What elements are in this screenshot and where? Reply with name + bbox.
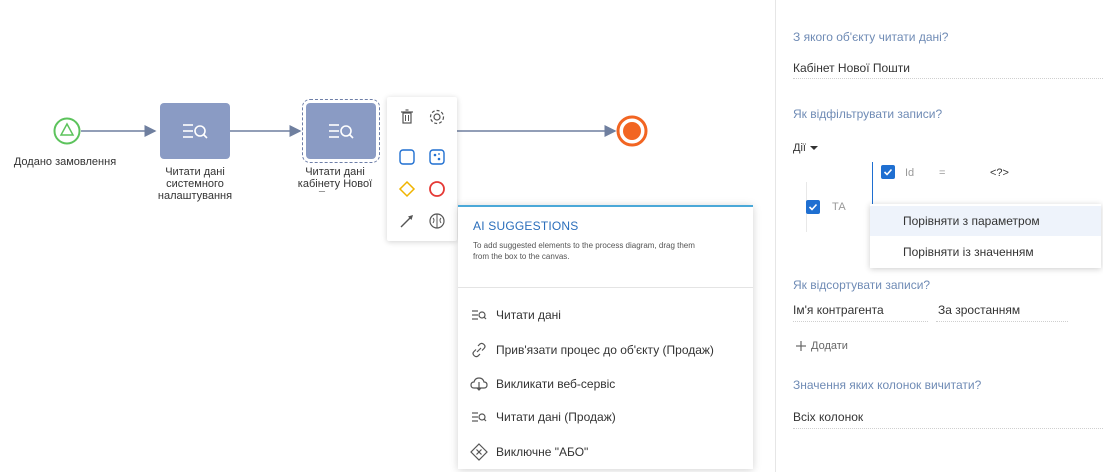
suggestion-label: Прив'язати процес до об'єкту (Продаж) bbox=[496, 343, 714, 357]
read-data-icon bbox=[183, 124, 208, 139]
filter-condition-checkbox[interactable] bbox=[881, 165, 895, 179]
web-service-icon bbox=[470, 376, 488, 392]
filter-group-label[interactable]: ТА bbox=[832, 201, 846, 213]
element-toolbar bbox=[387, 97, 457, 241]
properties-panel: З якого об'єкту читати дані? Кабінет Нов… bbox=[776, 0, 1103, 472]
suggestion-label: Читати дані bbox=[496, 308, 561, 322]
columns-value[interactable]: Всіх колонок bbox=[793, 410, 863, 424]
divider bbox=[458, 287, 753, 288]
check-icon bbox=[808, 203, 818, 211]
filter-question: Як відфільтрувати записи? bbox=[793, 107, 943, 121]
read-data-task-1[interactable] bbox=[160, 103, 230, 159]
suggestion-exclusive-gateway[interactable]: Виключне "АБО" bbox=[470, 442, 588, 462]
settings-button[interactable] bbox=[425, 105, 449, 129]
add-label: Додати bbox=[811, 340, 848, 352]
gear-icon bbox=[429, 109, 445, 125]
caret-down-icon bbox=[809, 146, 818, 150]
delete-button[interactable] bbox=[395, 105, 419, 129]
exclusive-gateway-icon bbox=[470, 443, 488, 461]
suggestion-label: Виключне "АБО" bbox=[496, 445, 589, 459]
add-gateway-button[interactable] bbox=[395, 177, 419, 201]
add-end-event-button[interactable] bbox=[425, 177, 449, 201]
actions-menu[interactable]: Дії bbox=[793, 142, 819, 154]
read-data-icon bbox=[470, 309, 488, 321]
suggestion-label: Викликати веб-сервіс bbox=[496, 377, 616, 391]
brain-icon bbox=[429, 213, 445, 229]
read-data-icon bbox=[329, 124, 354, 139]
start-event-icon bbox=[53, 117, 81, 145]
add-task-button[interactable] bbox=[395, 145, 419, 169]
sort-question: Як відсортувати записи? bbox=[793, 278, 931, 292]
filter-operator[interactable]: = bbox=[939, 167, 945, 179]
ai-magic-icon bbox=[429, 149, 445, 165]
filter-group-line bbox=[872, 162, 873, 210]
dropdown-item-compare-parameter[interactable]: Порівняти з параметром bbox=[870, 206, 1101, 236]
object-underline bbox=[793, 78, 1103, 79]
ai-panel-title: AI SUGGESTIONS bbox=[473, 219, 579, 233]
trash-icon bbox=[401, 109, 413, 124]
sort-order-underline bbox=[936, 321, 1068, 322]
connect-button[interactable] bbox=[395, 209, 419, 233]
suggestion-call-web-service[interactable]: Викликати веб-сервіс bbox=[470, 374, 615, 394]
columns-underline bbox=[793, 428, 1103, 429]
filter-column[interactable]: Id bbox=[905, 167, 914, 179]
ai-suggestions-panel: AI SUGGESTIONS To add suggested elements… bbox=[458, 205, 753, 469]
actions-label: Дії bbox=[793, 142, 806, 154]
suggestion-link-process[interactable]: Прив'язати процес до об'єкту (Продаж) bbox=[470, 340, 714, 360]
dropdown-item-compare-value[interactable]: Порівняти із значенням bbox=[870, 237, 1101, 267]
columns-question: Значення яких колонок вичитати? bbox=[793, 378, 982, 392]
add-sort-button[interactable]: Додати bbox=[795, 340, 848, 352]
task-1-label: Читати дані системного налаштування bbox=[157, 166, 233, 202]
end-circle-icon bbox=[429, 181, 445, 197]
start-event-label: Додано замовлення bbox=[13, 156, 117, 168]
object-question: З якого об'єкту читати дані? bbox=[793, 30, 949, 44]
task-shape-icon bbox=[399, 149, 415, 165]
check-icon bbox=[883, 168, 893, 176]
end-event[interactable] bbox=[616, 115, 648, 147]
object-value[interactable]: Кабінет Нової Пошти bbox=[793, 61, 910, 75]
process-canvas[interactable]: Додано замовлення Читати дані системного… bbox=[0, 0, 775, 472]
ai-panel-description: To add suggested elements to the process… bbox=[473, 241, 695, 261]
filter-value[interactable]: <?> bbox=[990, 167, 1009, 179]
suggestion-label: Читати дані (Продаж) bbox=[496, 410, 616, 424]
ai-suggestions-button[interactable] bbox=[425, 209, 449, 233]
suggestion-read-data-sales[interactable]: Читати дані (Продаж) bbox=[470, 407, 616, 427]
read-data-icon bbox=[470, 411, 488, 423]
suggestion-read-data[interactable]: Читати дані bbox=[470, 305, 561, 325]
end-event-icon bbox=[616, 115, 648, 147]
sort-column[interactable]: Ім'я контрагента bbox=[793, 303, 884, 317]
start-event[interactable] bbox=[53, 117, 81, 145]
filter-value-dropdown: Порівняти з параметром Порівняти із знач… bbox=[870, 204, 1101, 268]
task-2-label: Читати дані кабінету Нової Пошти bbox=[297, 166, 373, 192]
add-subprocess-button[interactable] bbox=[425, 145, 449, 169]
filter-group-checkbox[interactable] bbox=[806, 200, 820, 214]
gateway-diamond-icon bbox=[398, 180, 416, 198]
plus-icon bbox=[796, 341, 806, 351]
arrow-connector-icon bbox=[400, 215, 413, 228]
sort-order[interactable]: За зростанням bbox=[938, 303, 1020, 317]
read-data-task-2[interactable] bbox=[302, 99, 380, 163]
link-icon bbox=[470, 342, 488, 358]
sort-column-underline bbox=[793, 321, 928, 322]
